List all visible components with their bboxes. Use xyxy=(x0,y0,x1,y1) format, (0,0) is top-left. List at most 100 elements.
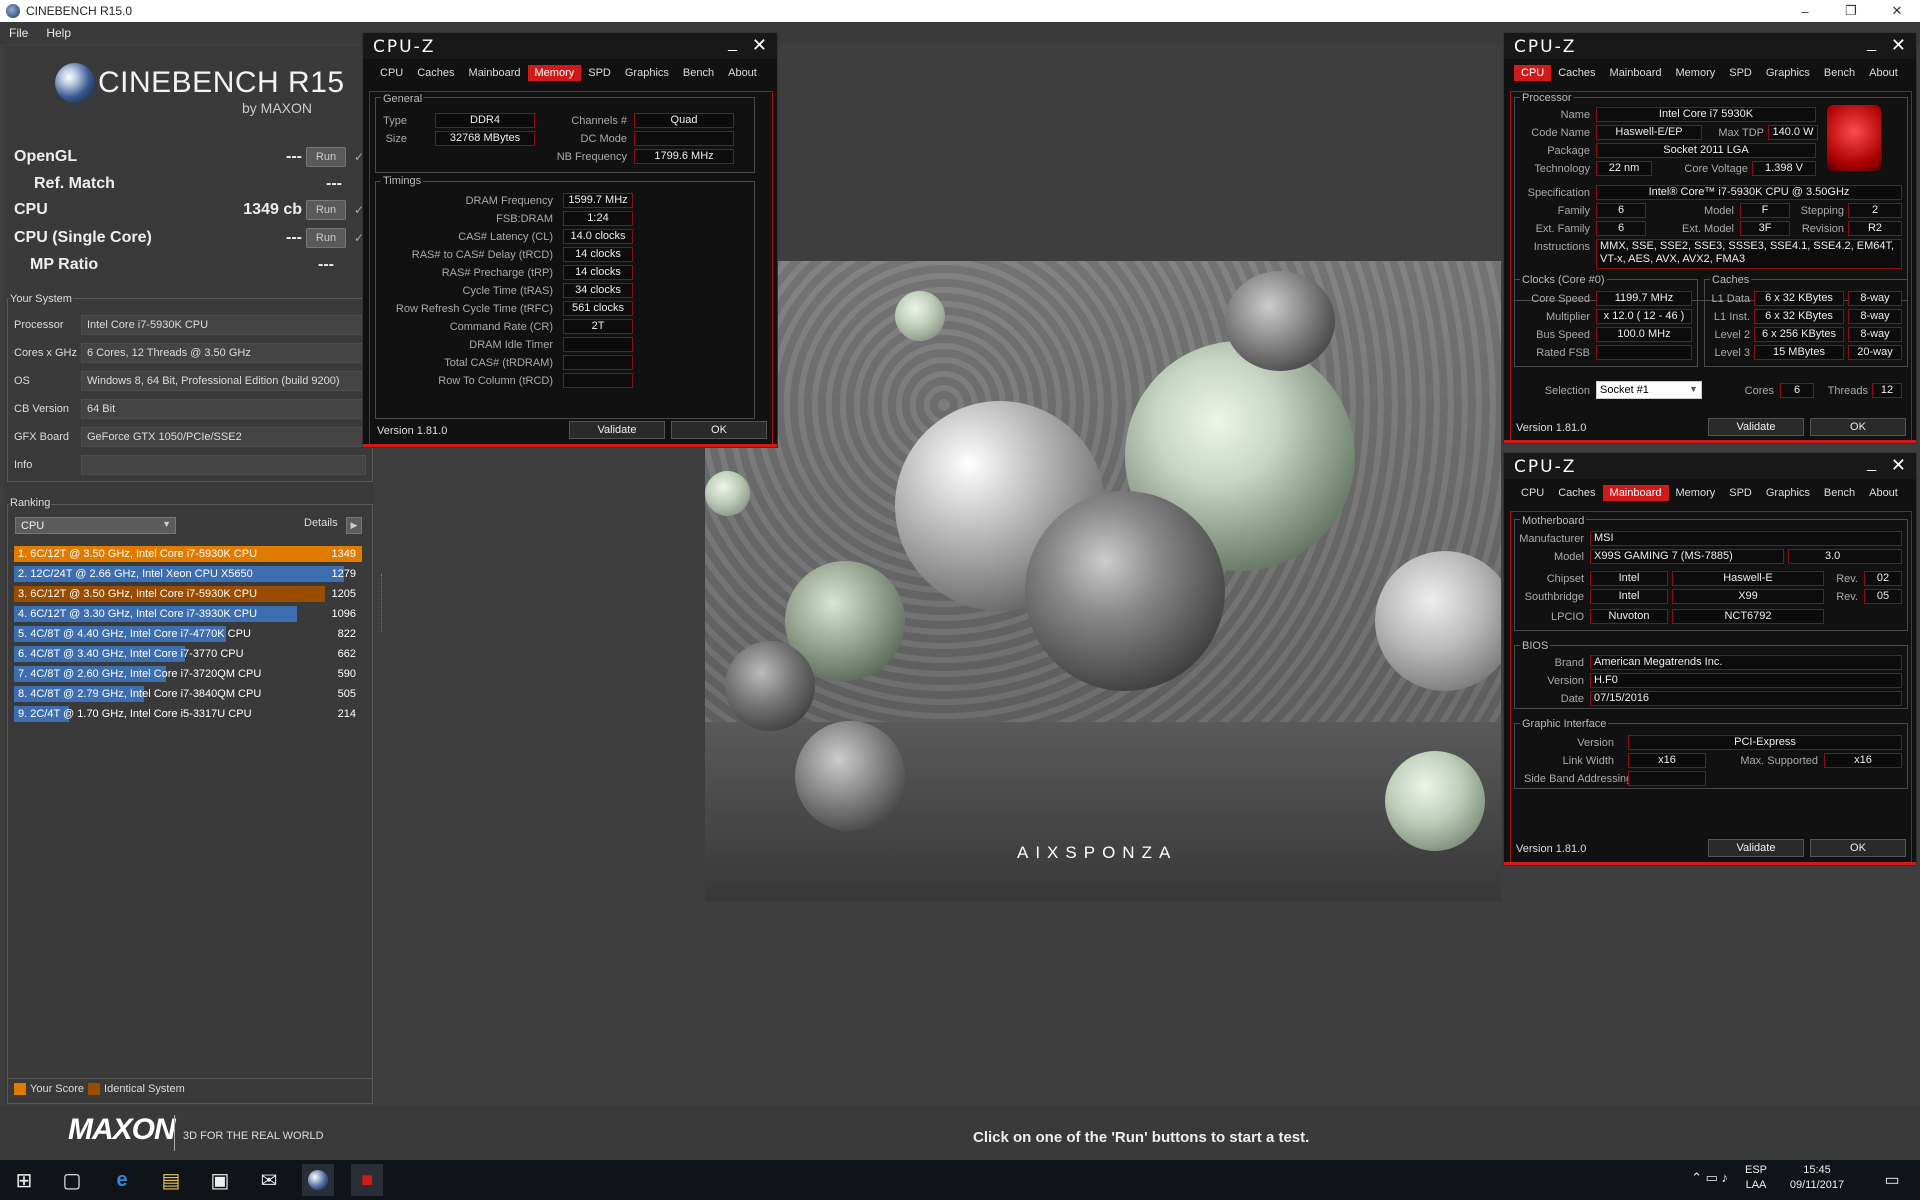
info-input[interactable] xyxy=(81,455,366,475)
ranking-row[interactable]: 5. 4C/8T @ 4.40 GHz, Intel Core i7-4770K… xyxy=(14,626,362,642)
ok-button[interactable]: OK xyxy=(1810,839,1906,857)
ranking-row[interactable]: 8. 4C/8T @ 2.79 GHz, Intel Core i7-3840Q… xyxy=(14,686,362,702)
close-icon[interactable]: ✕ xyxy=(1891,35,1906,56)
window-title: CINEBENCH R15.0 xyxy=(26,4,133,18)
menu-file[interactable]: File xyxy=(0,26,37,40)
ranking-row[interactable]: 4. 6C/12T @ 3.30 GHz, Intel Core i7-3930… xyxy=(14,606,362,622)
selection-dropdown[interactable]: Socket #1 xyxy=(1596,381,1702,399)
timing-label: Row To Column (tRCD) xyxy=(438,375,553,387)
tab-graphics[interactable]: Graphics xyxy=(1759,65,1817,81)
close-icon[interactable]: ✕ xyxy=(752,35,767,56)
lpcio-field: Nuvoton xyxy=(1590,609,1668,624)
tab-caches[interactable]: Caches xyxy=(410,65,461,81)
minimize-icon[interactable]: _ xyxy=(1867,35,1876,53)
edge-browser-icon[interactable]: e xyxy=(106,1164,138,1196)
minimize-icon[interactable]: _ xyxy=(728,35,737,53)
test-label: MP Ratio xyxy=(30,256,99,273)
tab-bench[interactable]: Bench xyxy=(676,65,721,81)
task-view-icon[interactable]: ▢ xyxy=(56,1164,88,1196)
timing-field: 1:24 xyxy=(563,211,633,226)
chevron-down-icon: ▼ xyxy=(162,519,171,529)
side-band-field xyxy=(1628,771,1706,786)
validate-button[interactable]: Validate xyxy=(569,421,665,439)
ranking-text: 1. 6C/12T @ 3.50 GHz, Intel Core i7-5930… xyxy=(18,548,258,560)
test-label: Ref. Match xyxy=(34,175,115,192)
language-indicator[interactable]: ESP LAA xyxy=(1742,1164,1770,1191)
ok-button[interactable]: OK xyxy=(671,421,767,439)
minimize-icon[interactable]: – xyxy=(1782,0,1828,22)
tab-spd[interactable]: SPD xyxy=(581,65,618,81)
ok-button[interactable]: OK xyxy=(1810,418,1906,436)
menu-help[interactable]: Help xyxy=(37,26,80,40)
windows-start-icon[interactable]: ⊞ xyxy=(8,1164,40,1196)
ranking-row[interactable]: 6. 4C/8T @ 3.40 GHz, Intel Core i7-3770 … xyxy=(14,646,362,662)
validate-button[interactable]: Validate xyxy=(1708,839,1804,857)
test-value: --- xyxy=(326,175,342,192)
sphere xyxy=(725,641,815,731)
cinebench-taskbar-icon[interactable] xyxy=(302,1164,334,1196)
chevron-down-icon[interactable]: ▼ xyxy=(1689,384,1698,394)
ranking-row[interactable]: 9. 2C/4T @ 1.70 GHz, Intel Core i5-3317U… xyxy=(14,706,362,722)
tab-memory[interactable]: Memory xyxy=(527,65,582,81)
ranking-score: 214 xyxy=(337,708,356,720)
close-icon[interactable]: ✕ xyxy=(1874,0,1920,22)
ranking-text: 2. 12C/24T @ 2.66 GHz, Intel Xeon CPU X5… xyxy=(18,568,253,580)
tab-about[interactable]: About xyxy=(721,65,764,81)
tab-spd[interactable]: SPD xyxy=(1722,485,1759,501)
tab-memory[interactable]: Memory xyxy=(1669,485,1723,501)
size-field: 32768 MBytes xyxy=(435,131,535,146)
tab-mainboard[interactable]: Mainboard xyxy=(1602,485,1669,501)
clock[interactable]: 15:45 09/11/2017 xyxy=(1782,1164,1852,1191)
cpuz-taskbar-icon[interactable]: ■ xyxy=(351,1164,383,1196)
tab-graphics[interactable]: Graphics xyxy=(618,65,676,81)
store-icon[interactable]: ▣ xyxy=(204,1164,236,1196)
tab-bench[interactable]: Bench xyxy=(1817,485,1862,501)
tray-icons[interactable]: ⌃ ▭ ♪ xyxy=(1648,1170,1728,1186)
tab-caches[interactable]: Caches xyxy=(1551,485,1602,501)
details-arrow-icon[interactable]: ▶ xyxy=(346,517,362,534)
tab-cpu[interactable]: CPU xyxy=(373,65,410,81)
tab-about[interactable]: About xyxy=(1862,485,1905,501)
maxon-tagline: 3D FOR THE REAL WORLD xyxy=(183,1130,324,1142)
ranking-select[interactable]: CPU ▼ xyxy=(15,517,176,534)
logo-by: by MAXON xyxy=(242,100,313,116)
tab-cpu[interactable]: CPU xyxy=(1514,485,1551,501)
ranking-score: 505 xyxy=(337,688,356,700)
restore-icon[interactable]: ❐ xyxy=(1828,0,1874,22)
tab-memory[interactable]: Memory xyxy=(1669,65,1723,81)
ranking-row[interactable]: 2. 12C/24T @ 2.66 GHz, Intel Xeon CPU X5… xyxy=(14,566,362,582)
file-explorer-icon[interactable]: ▤ xyxy=(155,1164,187,1196)
ranking-row[interactable]: 3. 6C/12T @ 3.50 GHz, Intel Core i7-5930… xyxy=(14,586,362,602)
ranking-text: 4. 6C/12T @ 3.30 GHz, Intel Core i7-3930… xyxy=(18,608,258,620)
tab-cpu[interactable]: CPU xyxy=(1514,65,1552,81)
ranking-legend: Your Score Identical System xyxy=(14,1083,185,1095)
dc-mode-field xyxy=(634,131,734,146)
link-width-field: x16 xyxy=(1628,753,1706,768)
run-cpu-single-button[interactable]: Run xyxy=(306,228,346,248)
tab-spd[interactable]: SPD xyxy=(1722,65,1759,81)
close-icon[interactable]: ✕ xyxy=(1891,455,1906,476)
run-opengl-button[interactable]: Run xyxy=(306,147,346,167)
tab-graphics[interactable]: Graphics xyxy=(1759,485,1817,501)
notification-icon[interactable]: ▭ xyxy=(1876,1164,1908,1196)
tab-mainboard[interactable]: Mainboard xyxy=(462,65,528,81)
tab-bench[interactable]: Bench xyxy=(1817,65,1862,81)
specification-field: Intel® Core™ i7-5930K CPU @ 3.50GHz xyxy=(1596,185,1902,200)
southbridge-name-field: X99 xyxy=(1672,589,1824,604)
cpuz-tabs: CPU Caches Mainboard Memory SPD Graphics Bench… xyxy=(373,65,764,81)
sys-row-gfx: GFX Board GeForce GTX 1050/PCIe/SSE2 xyxy=(14,426,366,448)
validate-button[interactable]: Validate xyxy=(1708,418,1804,436)
tab-about[interactable]: About xyxy=(1862,65,1905,81)
splitter-handle[interactable] xyxy=(381,574,383,632)
test-value: --- xyxy=(286,148,302,165)
timing-label: DRAM Frequency xyxy=(465,195,553,207)
ranking-row[interactable]: 7. 4C/8T @ 2.60 GHz, Intel Core i7-3720Q… xyxy=(14,666,362,682)
ranking-row[interactable]: 1. 6C/12T @ 3.50 GHz, Intel Core i7-5930… xyxy=(14,546,362,562)
mail-icon[interactable]: ✉ xyxy=(253,1164,285,1196)
tab-mainboard[interactable]: Mainboard xyxy=(1603,65,1669,81)
tab-caches[interactable]: Caches xyxy=(1551,65,1602,81)
ext-model-field: 3F xyxy=(1740,221,1790,236)
stepping-label: Stepping xyxy=(1800,205,1844,217)
minimize-icon[interactable]: _ xyxy=(1867,455,1876,473)
run-cpu-button[interactable]: Run xyxy=(306,200,346,220)
